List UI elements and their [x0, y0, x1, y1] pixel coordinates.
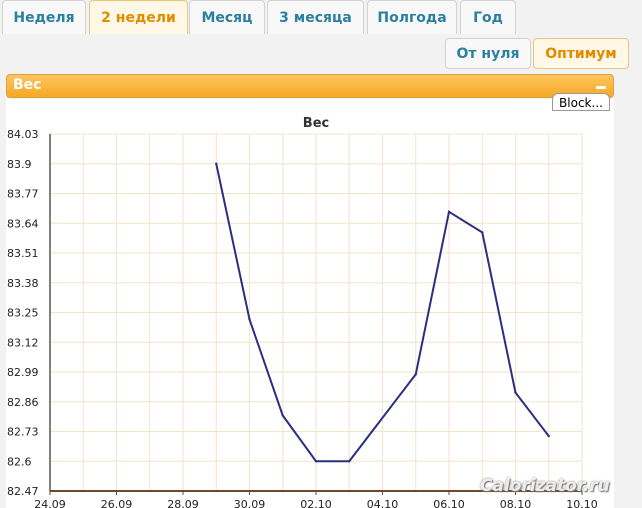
weight-data-point — [315, 460, 317, 462]
y-tick-label: 82.47 — [7, 485, 39, 498]
x-tick-label: 10.10 — [566, 498, 598, 508]
y-tick-label: 83.64 — [7, 217, 39, 230]
x-tick-label: 30.09 — [234, 498, 266, 508]
weight-data-point — [448, 211, 450, 213]
weight-chart: 84.03 83.9 83.77 83.64 83.51 83.38 83.25 83.12 8… — [0, 0, 642, 508]
weight-data-point — [481, 231, 483, 233]
watermark: Calorizator.ru — [480, 476, 610, 496]
y-tick-label: 82.86 — [7, 396, 39, 409]
weight-data-point — [548, 435, 550, 437]
y-tick-label: 82.99 — [7, 366, 39, 379]
y-tick-label: 83.25 — [7, 307, 39, 320]
x-tick-label: 06.10 — [433, 498, 465, 508]
y-tick-label: 83.77 — [7, 188, 39, 201]
chart-title: Вес — [303, 116, 329, 131]
x-tick-label: 02.10 — [300, 498, 332, 508]
x-tick-label: 24.09 — [34, 498, 66, 508]
weight-data-point — [514, 391, 516, 393]
y-tick-label: 83.38 — [7, 277, 39, 290]
weight-data-point — [415, 373, 417, 375]
x-tick-label: 26.09 — [101, 498, 133, 508]
x-tick-label: 28.09 — [167, 498, 199, 508]
legend-button[interactable]: Block... — [552, 93, 610, 111]
y-tick-label: 83.12 — [7, 336, 39, 349]
y-tick-label: 83.51 — [7, 247, 39, 260]
weight-data-point — [215, 163, 217, 165]
x-tick-label: 08.10 — [500, 498, 532, 508]
y-tick-label: 83.9 — [7, 158, 32, 171]
weight-data-point — [248, 318, 250, 320]
y-tick-label: 82.6 — [7, 455, 32, 468]
y-tick-label: 84.03 — [7, 128, 39, 141]
weight-data-point — [348, 460, 350, 462]
y-tick-label: 82.73 — [7, 426, 39, 439]
weight-data-point — [282, 414, 284, 416]
x-tick-label: 04.10 — [367, 498, 399, 508]
